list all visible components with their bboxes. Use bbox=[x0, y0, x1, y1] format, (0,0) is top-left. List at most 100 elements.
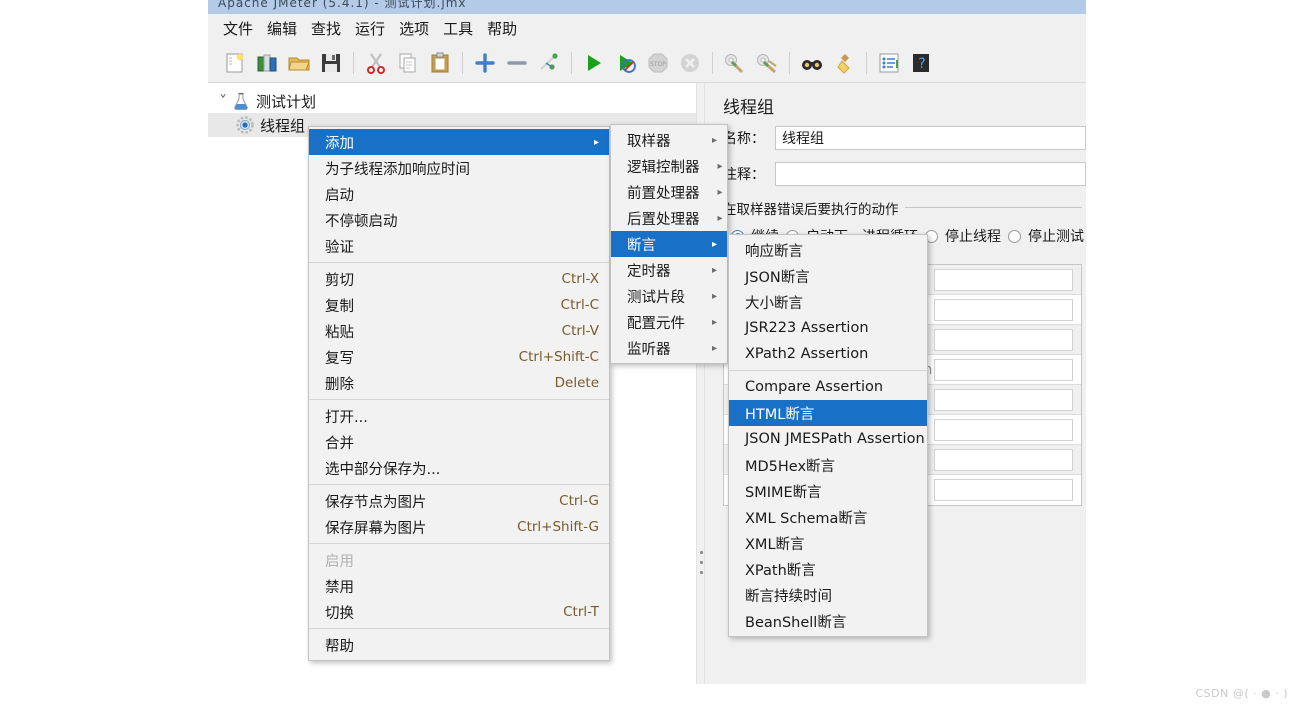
menubar-item-search[interactable]: 查找 bbox=[304, 16, 348, 41]
assertion-item-compare[interactable]: Compare Assertion bbox=[729, 374, 927, 400]
context-item-remove[interactable]: 删除 Delete bbox=[309, 370, 609, 396]
menu-item-label: JSON断言 bbox=[745, 269, 810, 286]
prop-input[interactable] bbox=[934, 448, 1073, 471]
menu-item-label: 添加 bbox=[325, 135, 354, 152]
context-item-start[interactable]: 启动 bbox=[309, 181, 609, 207]
menubar-item-help[interactable]: 帮助 bbox=[480, 16, 524, 41]
start-icon bbox=[588, 54, 601, 71]
menu-item-label: 取样器 bbox=[627, 133, 671, 150]
function-helper-button[interactable] bbox=[874, 48, 904, 78]
assertion-item-smime[interactable]: SMIME断言 bbox=[729, 478, 927, 504]
prop-input[interactable] bbox=[934, 479, 1073, 501]
reset-search-button[interactable] bbox=[829, 48, 859, 78]
clear-button[interactable] bbox=[720, 48, 750, 78]
assertion-item-html[interactable]: HTML断言 bbox=[729, 400, 927, 426]
menubar-item-run[interactable]: 运行 bbox=[348, 16, 392, 41]
split-divider-grip[interactable] bbox=[700, 551, 703, 574]
assertion-item-json-jmespath[interactable]: JSON JMESPath Assertion bbox=[729, 426, 927, 452]
open-folder-icon bbox=[288, 57, 310, 70]
context-item-save-node-as-image[interactable]: 保存节点为图片 Ctrl-G bbox=[309, 488, 609, 514]
add-item-logic-controller[interactable]: 逻辑控制器 ▸ bbox=[611, 153, 727, 179]
toolbar-separator bbox=[353, 51, 354, 74]
name-input[interactable] bbox=[775, 126, 1086, 150]
context-item-help[interactable]: 帮助 bbox=[309, 632, 609, 658]
assertion-item-beanshell[interactable]: BeanShell断言 bbox=[729, 608, 927, 634]
assertion-item-response[interactable]: 响应断言 bbox=[729, 237, 927, 263]
assertion-item-xpath[interactable]: XPath断言 bbox=[729, 556, 927, 582]
prop-input[interactable] bbox=[934, 358, 1073, 381]
add-item-sampler[interactable]: 取样器 ▸ bbox=[611, 127, 727, 153]
assertion-item-xpath2[interactable]: XPath2 Assertion bbox=[729, 341, 927, 367]
menu-item-label: XML断言 bbox=[745, 536, 805, 553]
prop-input[interactable] bbox=[934, 328, 1073, 351]
save-button[interactable] bbox=[316, 48, 346, 78]
grip-dot bbox=[700, 551, 703, 554]
menubar-item-options[interactable]: 选项 bbox=[392, 16, 436, 41]
context-item-toggle[interactable]: 切换 Ctrl-T bbox=[309, 599, 609, 625]
search-button[interactable] bbox=[797, 48, 827, 78]
context-item-open[interactable]: 打开... bbox=[309, 403, 609, 429]
assertion-item-xml[interactable]: XML断言 bbox=[729, 530, 927, 556]
radio-stop-test[interactable] bbox=[1008, 229, 1021, 243]
context-item-paste[interactable]: 粘贴 Ctrl-V bbox=[309, 318, 609, 344]
reset-search-icon bbox=[837, 53, 850, 74]
prop-input[interactable] bbox=[934, 418, 1073, 441]
new-document-button[interactable] bbox=[220, 48, 250, 78]
menubar-item-tools[interactable]: 工具 bbox=[436, 16, 480, 41]
add-item-test-fragment[interactable]: 测试片段 ▸ bbox=[611, 283, 727, 309]
menu-item-label: 为子线程添加响应时间 bbox=[325, 161, 470, 178]
start-no-pause-button[interactable] bbox=[611, 48, 641, 78]
assertion-item-xml-schema[interactable]: XML Schema断言 bbox=[729, 504, 927, 530]
context-item-duplicate[interactable]: 复写 Ctrl+Shift-C bbox=[309, 344, 609, 370]
prop-input[interactable] bbox=[934, 298, 1073, 321]
shutdown-button[interactable] bbox=[675, 48, 705, 78]
context-item-add[interactable]: 添加 ▸ bbox=[309, 129, 609, 155]
add-item-post-processor[interactable]: 后置处理器 ▸ bbox=[611, 205, 727, 231]
expand-all-button[interactable] bbox=[470, 48, 500, 78]
collapse-all-button[interactable] bbox=[502, 48, 532, 78]
menu-item-label: 禁用 bbox=[325, 579, 354, 596]
prop-input[interactable] bbox=[934, 268, 1073, 291]
toolbar-separator bbox=[866, 51, 867, 74]
chevron-down-icon[interactable]: ˅ bbox=[212, 94, 235, 109]
context-item-add-think-times[interactable]: 为子线程添加响应时间 bbox=[309, 155, 609, 181]
paste-button[interactable] bbox=[425, 48, 455, 78]
context-item-merge[interactable]: 合并 bbox=[309, 429, 609, 455]
add-item-config-element[interactable]: 配置元件 ▸ bbox=[611, 309, 727, 335]
tree-node-test-plan[interactable]: ˅ 测试计划 bbox=[208, 89, 696, 113]
add-item-listener[interactable]: 监听器 ▸ bbox=[611, 335, 727, 361]
toggle-button[interactable] bbox=[534, 48, 564, 78]
assertion-item-size[interactable]: 大小断言 bbox=[729, 289, 927, 315]
context-item-copy[interactable]: 复制 Ctrl-C bbox=[309, 292, 609, 318]
add-item-pre-processor[interactable]: 前置处理器 ▸ bbox=[611, 179, 727, 205]
stop-button[interactable]: STOP bbox=[643, 48, 673, 78]
menu-item-label: 剪切 bbox=[325, 272, 354, 289]
toolbar-separator bbox=[462, 51, 463, 74]
assertion-item-md5hex[interactable]: MD5Hex断言 bbox=[729, 452, 927, 478]
context-item-cut[interactable]: 剪切 Ctrl-X bbox=[309, 266, 609, 292]
assertion-item-jsr223[interactable]: JSR223 Assertion bbox=[729, 315, 927, 341]
start-button[interactable] bbox=[579, 48, 609, 78]
help-button[interactable]: ? bbox=[906, 48, 936, 78]
context-item-validate[interactable]: 验证 bbox=[309, 233, 609, 259]
prop-input[interactable] bbox=[934, 388, 1073, 411]
cut-button[interactable] bbox=[361, 48, 391, 78]
menubar-item-edit[interactable]: 编辑 bbox=[260, 16, 304, 41]
assertion-item-json[interactable]: JSON断言 bbox=[729, 263, 927, 289]
open-folder-button[interactable] bbox=[284, 48, 314, 78]
assertion-item-duration[interactable]: 断言持续时间 bbox=[729, 582, 927, 608]
clear-all-button[interactable] bbox=[752, 48, 782, 78]
context-item-start-no-pauses[interactable]: 不停顿启动 bbox=[309, 207, 609, 233]
context-item-save-selection-as[interactable]: 选中部分保存为... bbox=[309, 455, 609, 481]
menu-item-label: JSR223 Assertion bbox=[745, 320, 869, 336]
add-item-assertions[interactable]: 断言 ▸ bbox=[611, 231, 727, 257]
copy-button[interactable] bbox=[393, 48, 423, 78]
comment-input[interactable] bbox=[775, 162, 1086, 186]
add-item-timer[interactable]: 定时器 ▸ bbox=[611, 257, 727, 283]
svg-text:STOP: STOP bbox=[650, 61, 666, 68]
context-item-disable[interactable]: 禁用 bbox=[309, 573, 609, 599]
menubar-item-file[interactable]: 文件 bbox=[216, 16, 260, 41]
window-titlebar[interactable]: Apache JMeter (5.4.1) - 测试计划.jmx bbox=[208, 0, 1086, 14]
context-item-save-screen-as-image[interactable]: 保存屏幕为图片 Ctrl+Shift-G bbox=[309, 514, 609, 540]
open-templates-button[interactable] bbox=[252, 48, 282, 78]
